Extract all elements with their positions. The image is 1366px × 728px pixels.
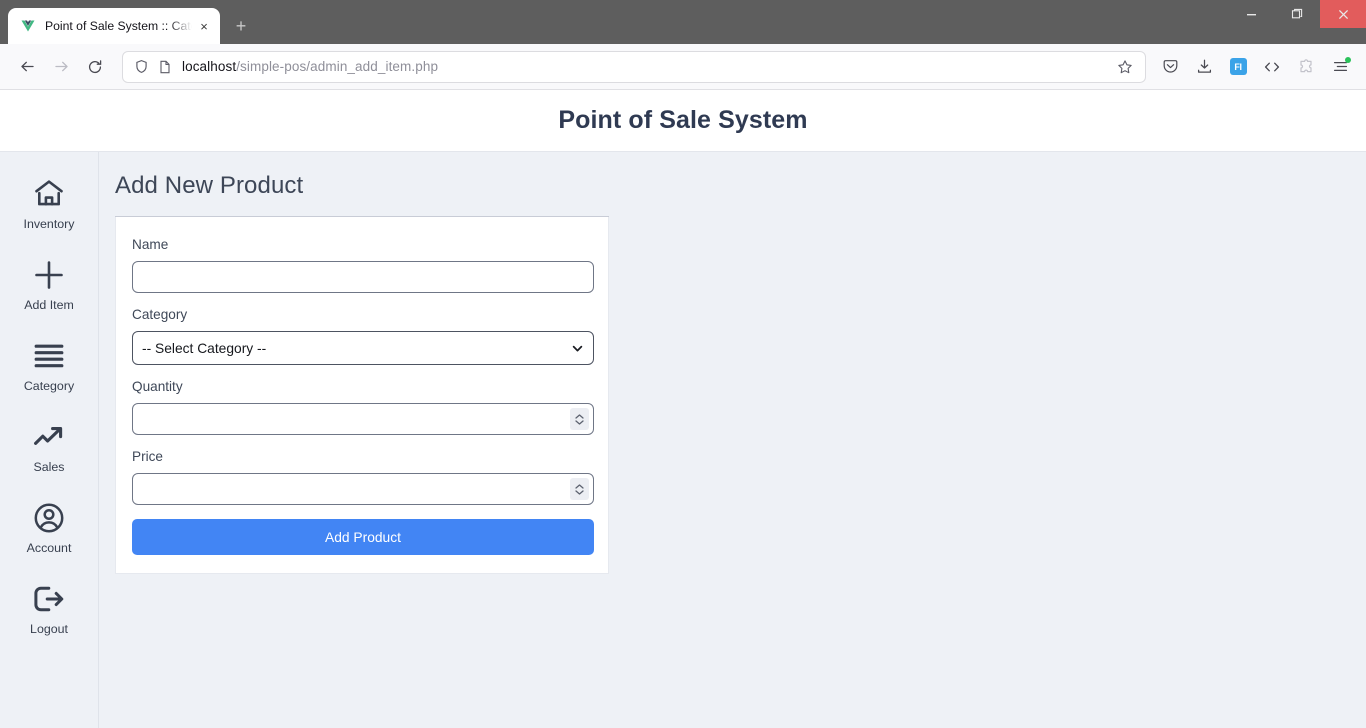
sidebar: Inventory Add Item Category Sales Accoun… xyxy=(0,152,99,728)
extension-fi-icon[interactable]: FI xyxy=(1222,51,1254,83)
page-title: Add New Product xyxy=(115,172,304,199)
label-quantity: Quantity xyxy=(132,379,183,394)
field-quantity: Quantity xyxy=(132,379,594,435)
sidebar-item-logout[interactable]: Logout xyxy=(0,569,98,642)
main-content: Add New Product Name Category -- Select … xyxy=(99,152,1366,728)
price-input[interactable] xyxy=(132,473,594,505)
browser-toolbar-icons: FI xyxy=(1154,51,1356,83)
field-price: Price xyxy=(132,449,594,505)
window-minimize-button[interactable] xyxy=(1228,0,1274,28)
plus-icon xyxy=(32,255,66,295)
label-category: Category xyxy=(132,307,188,322)
category-select[interactable]: -- Select Category -- xyxy=(132,331,594,365)
reload-icon[interactable] xyxy=(78,50,112,84)
star-icon[interactable] xyxy=(1117,59,1133,75)
window-controls xyxy=(1228,0,1366,28)
puzzle-icon[interactable] xyxy=(1290,51,1322,83)
window-maximize-button[interactable] xyxy=(1274,0,1320,28)
label-name: Name xyxy=(132,237,169,252)
sidebar-label-logout: Logout xyxy=(30,622,68,636)
sidebar-item-category[interactable]: Category xyxy=(0,326,98,399)
code-brackets-icon[interactable] xyxy=(1256,51,1288,83)
url-bar[interactable]: localhost/simple-pos/admin_add_item.php xyxy=(122,50,1146,83)
window-close-button[interactable] xyxy=(1320,0,1366,28)
price-wrap xyxy=(132,473,594,505)
sidebar-label-account: Account xyxy=(26,541,72,555)
add-product-card: Name Category -- Select Category -- Quan… xyxy=(115,217,609,574)
shield-icon xyxy=(134,59,149,74)
page-doc-icon xyxy=(158,60,172,74)
sidebar-label-category: Category xyxy=(23,379,75,393)
tab-strip: Point of Sale System :: Categorie × + xyxy=(0,0,256,44)
quantity-input[interactable] xyxy=(132,403,594,435)
tab-close-icon[interactable]: × xyxy=(194,16,214,36)
browser-chrome: Point of Sale System :: Categorie × + xyxy=(0,0,1366,90)
url-host: localhost xyxy=(182,59,237,74)
back-arrow-icon[interactable] xyxy=(10,50,44,84)
sidebar-label-add-item: Add Item xyxy=(24,298,74,312)
page-content: Point of Sale System Inventory Add Item … xyxy=(0,90,1366,728)
url-text: localhost/simple-pos/admin_add_item.php xyxy=(182,59,1117,74)
browser-navbar: localhost/simple-pos/admin_add_item.php xyxy=(0,44,1366,90)
sidebar-item-sales[interactable]: Sales xyxy=(0,407,98,480)
user-circle-icon xyxy=(32,498,66,538)
add-product-button[interactable]: Add Product xyxy=(132,519,594,555)
browser-titlebar: Point of Sale System :: Categorie × + xyxy=(0,0,1366,44)
trending-up-icon xyxy=(32,417,66,457)
sidebar-item-add-item[interactable]: Add Item xyxy=(0,245,98,318)
home-icon xyxy=(32,174,66,214)
notification-dot xyxy=(1345,56,1351,63)
url-path: /simple-pos/admin_add_item.php xyxy=(236,59,439,74)
app-title: Point of Sale System xyxy=(558,106,808,134)
sidebar-label-sales: Sales xyxy=(33,460,65,474)
new-tab-button[interactable]: + xyxy=(226,11,256,41)
sidebar-item-account[interactable]: Account xyxy=(0,488,98,561)
logout-icon xyxy=(32,579,66,619)
quantity-wrap xyxy=(132,403,594,435)
pocket-icon[interactable] xyxy=(1154,51,1186,83)
sidebar-label-inventory: Inventory xyxy=(23,217,75,231)
vue-logo-icon xyxy=(20,18,36,34)
tab-title: Point of Sale System :: Categorie xyxy=(45,19,192,33)
field-name: Name xyxy=(132,237,594,293)
forward-arrow-icon[interactable] xyxy=(44,50,78,84)
field-category: Category -- Select Category -- xyxy=(132,307,594,365)
sidebar-item-inventory[interactable]: Inventory xyxy=(0,164,98,237)
app-header: Point of Sale System xyxy=(0,90,1366,152)
category-select-wrap: -- Select Category -- xyxy=(132,331,594,365)
download-icon[interactable] xyxy=(1188,51,1220,83)
name-input[interactable] xyxy=(132,261,594,293)
label-price: Price xyxy=(132,449,163,464)
hamburger-menu-icon[interactable] xyxy=(1324,51,1356,83)
list-lines-icon xyxy=(32,336,66,376)
body-wrapper: Inventory Add Item Category Sales Accoun… xyxy=(0,152,1366,728)
extension-fi-badge: FI xyxy=(1229,58,1247,75)
browser-tab[interactable]: Point of Sale System :: Categorie × xyxy=(8,8,220,44)
